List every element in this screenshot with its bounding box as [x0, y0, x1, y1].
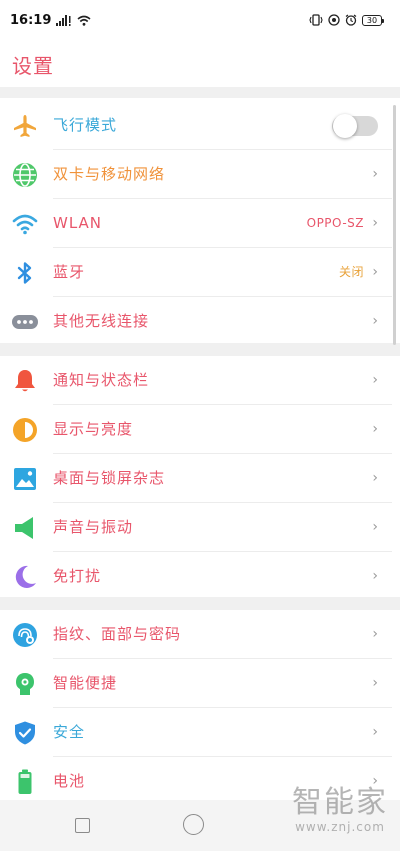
- chevron-right-icon: ›: [372, 519, 378, 535]
- settings-item-smart-assist[interactable]: 智能便捷 ›: [0, 659, 392, 708]
- settings-item-label: 智能便捷: [53, 674, 118, 692]
- chevron-right-icon: ›: [372, 470, 378, 486]
- alarm-icon: [345, 14, 357, 26]
- chevron-right-icon: ›: [372, 264, 378, 280]
- home-button[interactable]: [183, 814, 204, 835]
- settings-item-label: 通知与状态栏: [53, 371, 150, 389]
- settings-item-sound[interactable]: 声音与振动 ›: [0, 503, 392, 552]
- page-title: 设置: [12, 54, 54, 78]
- settings-item-label: 电池: [53, 772, 86, 790]
- globe-icon: [12, 162, 38, 188]
- chevron-right-icon: ›: [372, 166, 378, 182]
- vibrate-icon: [309, 14, 323, 26]
- status-right: 30: [309, 14, 384, 26]
- section-divider: [0, 87, 400, 98]
- settings-item-label: WLAN: [53, 214, 103, 232]
- shield-icon: [12, 720, 38, 746]
- status-time: 16:19: [10, 12, 52, 28]
- settings-item-label: 其他无线连接: [53, 312, 150, 330]
- settings-item-bluetooth[interactable]: 蓝牙 关闭 ›: [0, 248, 392, 297]
- wifi-icon: [12, 211, 38, 237]
- settings-item-wlan[interactable]: WLAN OPPO-SZ ›: [0, 199, 392, 248]
- settings-section-connectivity: 飞行模式 双卡与移动网络 › WLAN OPPO-SZ › 蓝牙 关闭 › 其他…: [0, 101, 392, 346]
- smart-assist-icon: [12, 671, 38, 697]
- watermark-main-text: 智能家: [292, 785, 388, 820]
- settings-item-label: 免打扰: [53, 567, 102, 585]
- chevron-right-icon: ›: [372, 626, 378, 642]
- airplane-mode-toggle[interactable]: [332, 114, 378, 138]
- settings-item-fingerprint-face-password[interactable]: 指纹、面部与密码 ›: [0, 610, 392, 659]
- moon-icon: [12, 564, 38, 590]
- recent-apps-button[interactable]: [75, 818, 90, 833]
- settings-item-label: 声音与振动: [53, 518, 134, 536]
- settings-item-airplane-mode[interactable]: 飞行模式: [0, 101, 392, 150]
- scrollbar[interactable]: [393, 105, 396, 345]
- chevron-right-icon: ›: [372, 372, 378, 388]
- brightness-icon: [12, 417, 38, 443]
- settings-item-label: 双卡与移动网络: [53, 165, 166, 183]
- wifi-status-icon: [77, 15, 91, 26]
- signal-icon: [56, 14, 71, 26]
- chevron-right-icon: ›: [372, 421, 378, 437]
- settings-item-label: 安全: [53, 723, 86, 741]
- bell-icon: [12, 368, 38, 394]
- battery-icon: [12, 769, 38, 795]
- wallpaper-icon: [12, 466, 38, 492]
- toggle-knob: [333, 114, 357, 138]
- chevron-right-icon: ›: [372, 724, 378, 740]
- airplane-icon: [12, 113, 38, 139]
- wlan-network-name: OPPO-SZ: [306, 216, 364, 230]
- data-saver-icon: [328, 14, 340, 26]
- settings-section-security: 指纹、面部与密码 › 智能便捷 › 安全 › 电池 ›: [0, 610, 392, 806]
- settings-item-wallpaper[interactable]: 桌面与锁屏杂志 ›: [0, 454, 392, 503]
- status-left: 16:19: [10, 13, 91, 28]
- more-connections-icon: [12, 309, 38, 335]
- speaker-icon: [12, 515, 38, 541]
- bluetooth-icon: [12, 260, 38, 286]
- battery-indicator: 30: [362, 14, 384, 26]
- settings-item-do-not-disturb[interactable]: 免打扰 ›: [0, 552, 392, 601]
- chevron-right-icon: ›: [372, 568, 378, 584]
- settings-item-label: 飞行模式: [53, 116, 118, 134]
- settings-section-display: 通知与状态栏 › 显示与亮度 › 桌面与锁屏杂志 › 声音与振动 › 免打扰 ›: [0, 356, 392, 601]
- bluetooth-status: 关闭: [338, 265, 364, 279]
- fingerprint-face-icon: [12, 622, 38, 648]
- settings-item-label: 显示与亮度: [53, 420, 134, 438]
- watermark-logo: 智能家 www.znj.com: [288, 785, 392, 835]
- status-bar: 16:19 30: [0, 0, 400, 40]
- watermark-url: www.znj.com: [295, 820, 385, 834]
- battery-level: 30: [366, 15, 378, 25]
- settings-item-label: 指纹、面部与密码: [53, 625, 182, 643]
- settings-item-label: 桌面与锁屏杂志: [53, 469, 166, 487]
- settings-item-notifications[interactable]: 通知与状态栏 ›: [0, 356, 392, 405]
- chevron-right-icon: ›: [372, 313, 378, 329]
- settings-item-security[interactable]: 安全 ›: [0, 708, 392, 757]
- settings-item-display[interactable]: 显示与亮度 ›: [0, 405, 392, 454]
- settings-item-dual-sim[interactable]: 双卡与移动网络 ›: [0, 150, 392, 199]
- settings-item-other-wireless[interactable]: 其他无线连接 ›: [0, 297, 392, 346]
- settings-item-label: 蓝牙: [53, 263, 86, 281]
- chevron-right-icon: ›: [372, 215, 378, 231]
- chevron-right-icon: ›: [372, 675, 378, 691]
